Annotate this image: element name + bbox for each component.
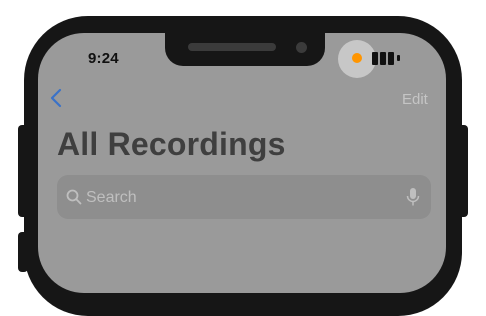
- microphone-icon[interactable]: [406, 187, 420, 207]
- volume-button-lower: [18, 232, 28, 272]
- battery-icon: [372, 52, 400, 65]
- recording-indicator-dot: [352, 53, 362, 63]
- volume-button: [18, 125, 28, 217]
- status-time: 9:24: [88, 50, 119, 67]
- search-icon: [66, 189, 82, 205]
- search-input[interactable]: Search: [86, 189, 137, 207]
- side-button: [458, 125, 468, 217]
- phone-screen: [38, 33, 446, 293]
- chevron-left-icon[interactable]: [48, 88, 64, 108]
- speaker-grille: [188, 43, 276, 51]
- front-camera: [296, 42, 307, 53]
- edit-button[interactable]: Edit: [402, 91, 428, 108]
- page-title: All Recordings: [57, 126, 286, 162]
